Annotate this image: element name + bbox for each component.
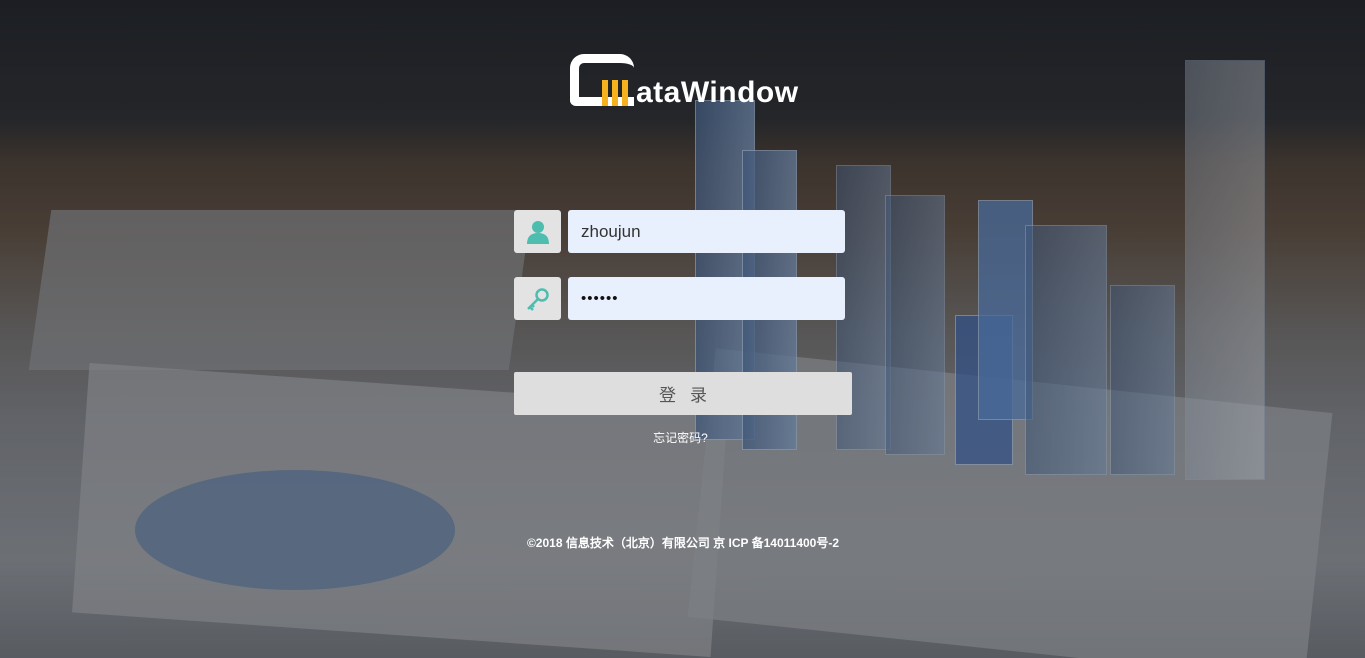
password-input[interactable] [568, 277, 845, 320]
forgot-password-link[interactable]: 忘记密码? [653, 431, 708, 445]
logo-mark-icon [570, 52, 634, 108]
user-icon [514, 210, 561, 253]
username-row [514, 210, 845, 253]
datawindow-logo: ataWindow [570, 50, 799, 108]
username-input[interactable] [568, 210, 845, 253]
logo-text: ataWindow [636, 76, 799, 109]
footer-copyright: ©2018 信息技术（北京）有限公司 京 ICP 备14011400号-2 [526, 536, 840, 550]
key-icon [514, 277, 561, 320]
login-button[interactable]: 登录 [514, 372, 852, 415]
password-row [514, 277, 845, 320]
